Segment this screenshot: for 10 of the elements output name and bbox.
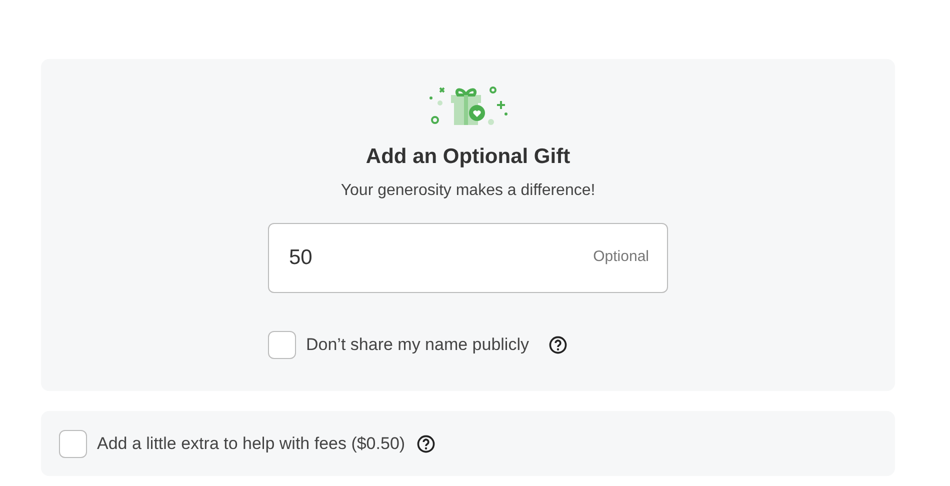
checkbox[interactable] bbox=[268, 330, 296, 358]
help-icon[interactable] bbox=[548, 336, 567, 354]
checkbox[interactable] bbox=[59, 430, 87, 458]
gift-title: Add an Optional Gift bbox=[366, 144, 570, 170]
gift-subtitle: Your generosity makes a difference! bbox=[340, 180, 596, 200]
fees-label: Add a little extra to help with fees ($0.50) bbox=[97, 432, 406, 455]
help-icon[interactable] bbox=[417, 434, 436, 452]
gift-icon bbox=[427, 85, 509, 127]
optional-hint: Optional bbox=[593, 246, 649, 266]
anonymous-label: Don’t share my name publicly bbox=[306, 334, 529, 356]
